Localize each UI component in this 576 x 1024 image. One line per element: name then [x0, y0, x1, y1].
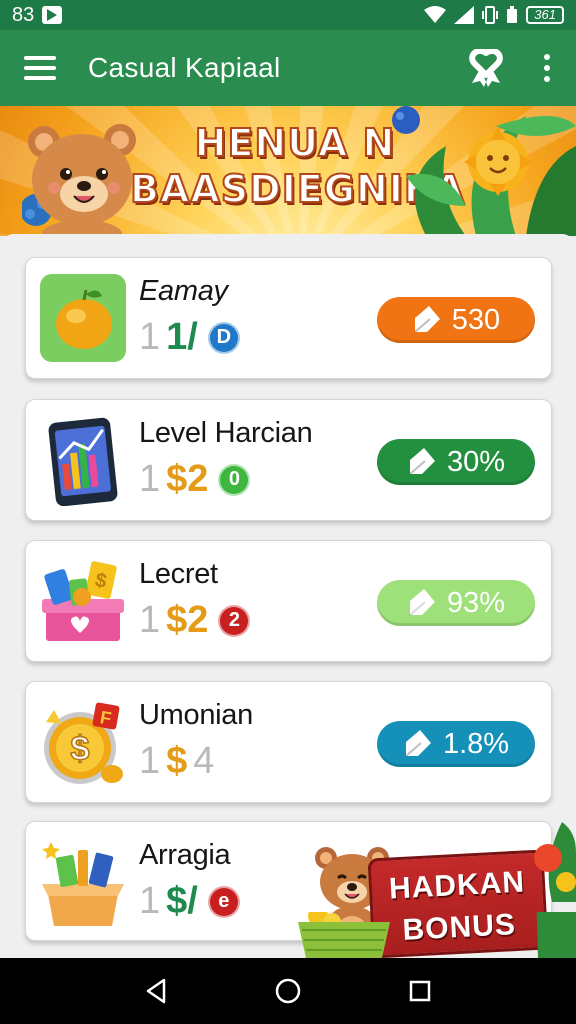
action-pill[interactable]: 1.8% — [377, 721, 535, 767]
tag-icon — [409, 448, 435, 475]
pill-value: 1.8% — [442, 727, 510, 760]
pill-value: 530 — [451, 303, 501, 336]
supplies-box-icon — [42, 842, 124, 926]
list-item[interactable]: Eamay 1 1/ D 530 — [25, 257, 552, 379]
svg-text:$: $ — [71, 730, 90, 768]
item-name: Arragia — [139, 839, 231, 871]
pill-value: 93% — [446, 586, 506, 619]
item-name: Eamay — [139, 275, 228, 307]
pill-value: 30% — [446, 445, 506, 478]
notification-icon — [42, 6, 63, 24]
vibrate-icon — [482, 6, 499, 24]
list-item[interactable]: $ F Umonian 1 $ 4 1.8% — [25, 681, 552, 803]
gold-coin-icon: $ F — [44, 702, 123, 784]
gift-box-icon: $ — [42, 561, 124, 641]
fruit-icon — [534, 822, 576, 902]
battery-small-icon — [507, 6, 518, 23]
action-pill[interactable]: 30% — [377, 439, 535, 485]
system-nav-bar — [0, 958, 576, 1024]
status-badge: D — [207, 321, 240, 354]
status-badge: 2 — [218, 604, 251, 637]
item-name: Lecret — [139, 558, 218, 590]
more-vert-icon[interactable] — [542, 54, 552, 82]
signal-icon — [454, 6, 475, 24]
item-name: Umonian — [139, 699, 253, 731]
orange-fruit-icon — [40, 274, 126, 362]
home-icon[interactable] — [268, 971, 308, 1011]
item-stats: 1 1/ D — [139, 316, 240, 359]
battery-indicator: 361 — [526, 6, 564, 24]
promo-banner[interactable]: HENUA N BAASDIEGNIKA — [0, 106, 576, 236]
app-bar: Casual Kapiaal — [0, 30, 576, 106]
app-title: Casual Kapiaal — [88, 52, 281, 83]
tag-icon — [405, 730, 431, 757]
action-pill[interactable]: 93% — [377, 580, 535, 626]
status-time: 83 — [12, 3, 35, 26]
status-badge: e — [207, 885, 240, 918]
list-item[interactable]: $ Lecret 1 $2 2 93% — [25, 540, 552, 662]
fruit-basket-icon — [298, 912, 576, 958]
tag-icon — [409, 589, 435, 616]
action-pill[interactable]: 530 — [377, 297, 535, 343]
item-stats: 1 $2 0 — [139, 458, 251, 501]
recents-icon[interactable] — [400, 971, 440, 1011]
menu-icon[interactable] — [24, 56, 56, 80]
back-icon[interactable] — [136, 971, 176, 1011]
list-item[interactable]: Level Harcian 1 $2 0 30% — [25, 399, 552, 521]
status-bar: 83 361 — [0, 0, 576, 30]
status-badge: 0 — [218, 463, 251, 496]
sunflower-leaves-icon — [392, 106, 576, 236]
item-stats: 1 $/ e — [139, 880, 240, 923]
ribbon-icon[interactable] — [468, 49, 504, 87]
tablet-chart-icon — [48, 417, 118, 506]
bonus-button[interactable]: HADKAN BONUS — [298, 822, 576, 959]
item-stats: 1 $2 2 — [139, 599, 251, 642]
item-name: Level Harcian — [139, 417, 313, 449]
tag-icon — [414, 306, 440, 333]
wifi-icon — [424, 6, 447, 23]
item-stats: 1 $ 4 — [139, 740, 215, 782]
